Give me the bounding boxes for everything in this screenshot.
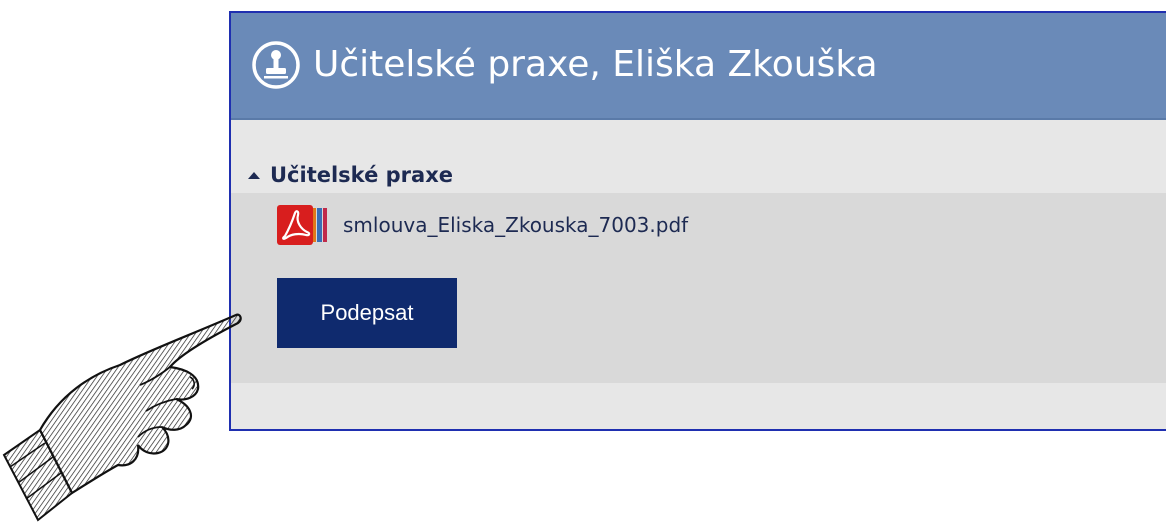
caret-up-icon (248, 171, 260, 179)
panel-header: Učitelské praxe, Eliška Zkouška (231, 13, 1166, 120)
section-toggle[interactable]: Učitelské praxe (248, 161, 453, 189)
file-name: smlouva_Eliska_Zkouska_7003.pdf (343, 213, 689, 237)
pdf-file-icon (277, 205, 327, 245)
file-link[interactable]: smlouva_Eliska_Zkouska_7003.pdf (277, 205, 688, 245)
stamp-icon (252, 41, 300, 89)
signature-panel: Učitelské praxe, Eliška Zkouška Učitelsk… (229, 11, 1166, 431)
pointing-hand-illustration (2, 313, 242, 522)
section-content: smlouva_Eliska_Zkouska_7003.pdf Podepsat (231, 193, 1166, 383)
page-title: Učitelské praxe, Eliška Zkouška (313, 44, 878, 85)
sign-button[interactable]: Podepsat (277, 278, 457, 348)
section-title: Učitelské praxe (270, 163, 453, 187)
